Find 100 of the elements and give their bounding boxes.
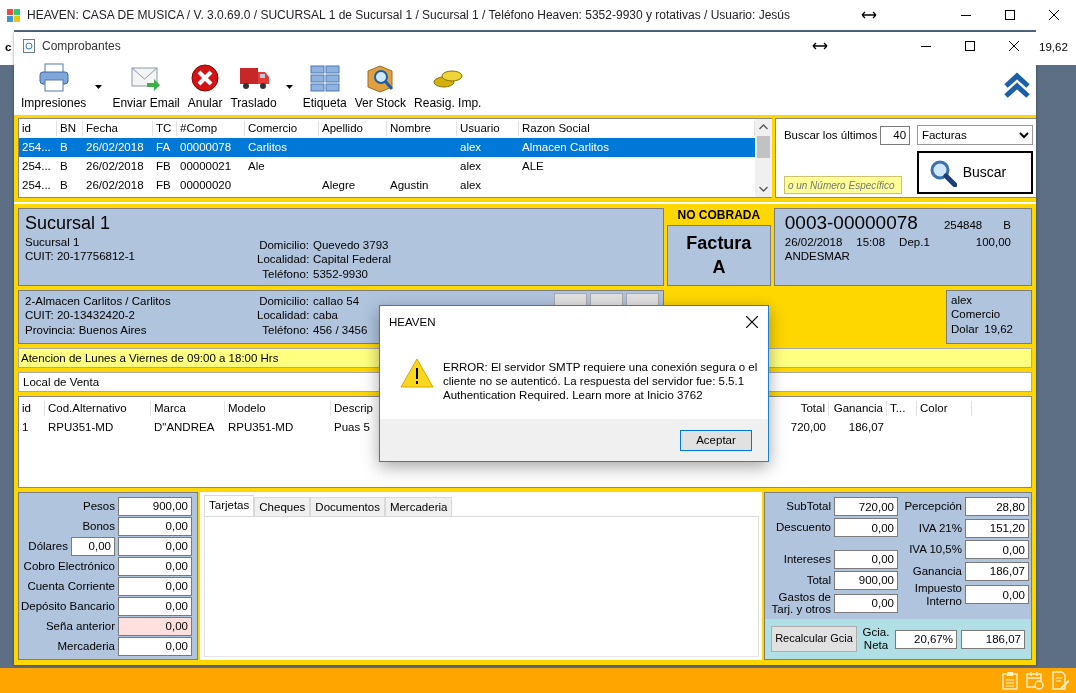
clipboard-icon[interactable]	[1002, 671, 1018, 690]
seller-text: Comercio	[951, 307, 1002, 322]
table-row[interactable]: 254... B 26/02/2018 FB 00000020 Alegre Agustin alex	[19, 176, 755, 195]
amount-field[interactable]: 0,00	[834, 549, 898, 569]
table-cell-text: RPU351-MD	[47, 420, 115, 435]
tab[interactable]: Tarjetas	[204, 495, 255, 517]
search-label: Buscar los últimos	[783, 127, 878, 143]
carrier-name: ANDESMAR	[784, 249, 851, 264]
branch-name: Sucursal 1	[25, 212, 112, 235]
search-button[interactable]: Buscar	[916, 151, 1033, 194]
field-label: Impuesto Interno	[913, 582, 962, 608]
maximize-icon[interactable]	[1005, 10, 1015, 20]
column-header[interactable]: Ganancia	[829, 401, 887, 416]
field-label: Percepción	[903, 500, 962, 514]
collapse-icon[interactable]	[1003, 71, 1031, 100]
ok-button[interactable]: Aceptar	[680, 429, 752, 451]
column-header[interactable]: Apellido	[319, 121, 387, 136]
tab[interactable]: Mercaderia	[384, 497, 453, 517]
table-cell-text: 254...	[21, 140, 52, 155]
toolbar-button[interactable]: Etiqueta	[299, 63, 350, 111]
window-title: HEAVEN: CASA DE MUSICA / V. 3.0.69.0 / SUCURSAL 1 de Sucursal 1 / Sucursal 1 / Teléfono Heaven: 5352-9930 y rotativas / Usuario: Jesús	[27, 7, 791, 23]
toolbar-button[interactable]: Reasig. Imp.	[411, 63, 485, 111]
field-label: Seña anterior	[45, 618, 115, 634]
column-header[interactable]: Fecha	[83, 121, 153, 136]
table-cell-text: FB	[155, 178, 172, 193]
amount-field[interactable]: 186,07	[961, 629, 1025, 649]
info-text: 5352-9930	[313, 266, 369, 282]
info-text: Quevedo 3793	[313, 238, 390, 253]
table-row[interactable]: 254... B 26/02/2018 FB 00000021 Ale alex ALE	[19, 157, 755, 176]
amount-field[interactable]: 0,00	[118, 536, 192, 556]
amount-field[interactable]: 0,00	[118, 516, 192, 536]
amount-field[interactable]: 0,00	[118, 576, 192, 596]
column-header[interactable]: Nombre	[387, 121, 457, 136]
caret-icon[interactable]	[285, 85, 293, 89]
table-cell-text: Almacen Carlitos	[521, 140, 610, 155]
caret-icon[interactable]	[95, 85, 103, 89]
close-icon[interactable]	[1049, 10, 1059, 20]
background-text: c	[5, 40, 12, 55]
field-label: Pesos	[83, 498, 115, 514]
count-field[interactable]: 40	[880, 125, 911, 145]
table-cell-text: alex	[459, 140, 483, 155]
toolbar-button[interactable]: Traslado	[227, 63, 298, 111]
tab[interactable]: Documentos	[310, 497, 385, 517]
amount-field[interactable]: 0,00	[834, 593, 898, 613]
amount-field[interactable]: 900,00	[118, 496, 192, 516]
amount-field[interactable]: 0,00	[965, 585, 1029, 605]
table-cell-text: B	[59, 140, 69, 155]
field-label: Intereses	[782, 552, 831, 566]
printer-icon	[37, 63, 70, 93]
column-header[interactable]: T...	[887, 401, 917, 416]
toolbar-button[interactable]: Anular	[184, 63, 226, 111]
amount-field[interactable]: 0,00	[118, 636, 192, 656]
number-field[interactable]: o un Número Específico	[783, 176, 902, 194]
recalculate-button[interactable]: Recalcular Gcia	[771, 626, 857, 652]
amount-field[interactable]: 0,00	[118, 616, 192, 636]
info-label: Domicilio:	[258, 294, 309, 309]
column-header[interactable]: TC	[153, 121, 177, 136]
column-header[interactable]: Cod.Alternativo	[45, 401, 151, 416]
maximize-icon[interactable]	[965, 41, 975, 51]
amount-field[interactable]: 0,00	[118, 596, 192, 616]
table-cell-text: 254...	[21, 159, 52, 174]
table-cell-text: alex	[459, 178, 483, 193]
amount-field[interactable]: 0,00	[118, 556, 192, 576]
field-label: Ganancia	[911, 564, 962, 578]
table-cell-text: 00000020	[179, 178, 233, 193]
column-header[interactable]: id	[19, 401, 45, 416]
percent-field[interactable]: 20,67%	[895, 629, 957, 649]
column-header[interactable]: Marca	[151, 401, 225, 416]
column-header[interactable]: Usuario	[457, 121, 519, 136]
amount-field[interactable]: 151,20	[965, 518, 1029, 538]
resize-cursor-icon	[812, 42, 828, 50]
cancel-icon	[189, 63, 222, 93]
amount-field[interactable]: 0,00	[834, 518, 898, 537]
column-header[interactable]: Modelo	[225, 401, 331, 416]
close-icon[interactable]	[746, 316, 758, 328]
column-header[interactable]: #Comp	[177, 121, 245, 136]
column-header[interactable]: Comercio	[245, 121, 319, 136]
type-select[interactable]: Facturas	[916, 125, 1033, 145]
receipt-id: 254848	[943, 218, 983, 233]
table-cell-text: Ale	[247, 159, 266, 174]
toolbar-button[interactable]: Ver Stock	[351, 63, 410, 111]
table-cell-text: D"ANDREA	[153, 420, 216, 435]
tab[interactable]: Cheques	[254, 497, 311, 517]
amount-field[interactable]: 28,80	[965, 497, 1029, 517]
scrollbar[interactable]	[755, 119, 772, 197]
field-label: Descuento	[775, 521, 831, 534]
column-header[interactable]: BN	[57, 121, 83, 136]
info-label: Localidad:	[257, 308, 309, 323]
toolbar-button[interactable]: Enviar Email	[109, 63, 183, 111]
close-icon[interactable]	[1009, 41, 1019, 51]
column-header[interactable]: id	[19, 121, 57, 136]
toolbar-button[interactable]: Impresiones	[18, 63, 108, 111]
amount-field[interactable]: 0,00	[71, 536, 115, 556]
amount-field[interactable]: 900,00	[834, 570, 898, 590]
amount-field[interactable]: 186,07	[965, 561, 1029, 581]
table-cell-text: FB	[155, 159, 172, 174]
amount-field[interactable]: 0,00	[965, 540, 1029, 560]
amount-field[interactable]: 720,00	[834, 497, 898, 516]
column-header[interactable]: Color	[917, 401, 972, 416]
table-row[interactable]: 254... B 26/02/2018 FA 00000078 Carlitos alex Almacen Carlitos	[19, 138, 755, 157]
